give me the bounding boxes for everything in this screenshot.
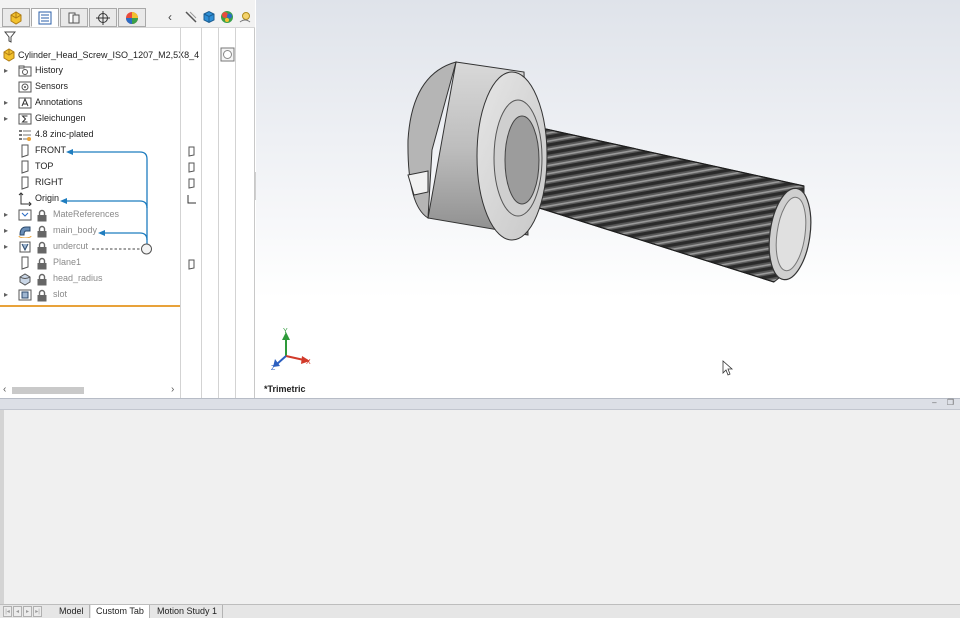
part-tree-icon	[10, 10, 22, 25]
chevron-left-icon[interactable]: ‹	[168, 10, 182, 24]
tab-configurationmanager[interactable]	[60, 8, 88, 27]
tab-model[interactable]: Model	[54, 605, 90, 618]
display-pane-icon[interactable]	[220, 47, 235, 62]
view-orientation-label: *Trimetric	[264, 384, 306, 394]
first-tab-icon[interactable]: |◂	[3, 606, 12, 617]
lower-pane-window-buttons: – ❐	[932, 398, 954, 410]
last-tab-icon[interactable]: ▸|	[33, 606, 42, 617]
appearance-icon[interactable]	[220, 10, 234, 24]
tab-custom[interactable]: Custom Tab	[91, 605, 150, 618]
prev-tab-icon[interactable]: ◂	[13, 606, 22, 617]
triad-z-label: Z	[271, 365, 276, 372]
filter-icon[interactable]	[4, 31, 16, 43]
crosshair-icon	[96, 10, 110, 25]
tree-horizontal-scrollbar[interactable]: ‹ ›	[0, 384, 180, 396]
mouse-cursor-icon	[722, 360, 734, 376]
restore-icon[interactable]: ❐	[947, 398, 954, 407]
feature-tree: ▸ History Sensors ▸ Annotations ▸ Gleich…	[0, 46, 180, 306]
next-tab-icon[interactable]: ▸	[23, 606, 32, 617]
origin-indicator-icon	[187, 195, 196, 204]
plane-indicator-icon	[188, 146, 195, 157]
tab-propertymanager[interactable]	[31, 8, 59, 27]
scroll-right-icon[interactable]: ›	[171, 384, 174, 396]
view-cube-icon[interactable]	[202, 10, 216, 24]
screw-model[interactable]: Y X Z	[256, 0, 960, 398]
plane-indicator-icon	[188, 162, 195, 173]
manager-tab-bar: ‹	[0, 0, 255, 28]
plane-indicator-icon	[188, 178, 195, 189]
tab-motion-study[interactable]: Motion Study 1	[152, 605, 224, 618]
graphics-viewport[interactable]: Y X Z *Trimetric	[256, 0, 960, 398]
triad-y-label: Y	[283, 328, 288, 335]
plane-indicator-icon	[188, 259, 195, 270]
tree-extra-column	[218, 28, 236, 398]
rollback-bar[interactable]	[0, 305, 180, 307]
hide-show-icon[interactable]	[184, 10, 198, 24]
bottom-tab-bar: |◂ ◂ ▸ ▸| Model Custom Tab Motion Study …	[0, 604, 960, 618]
tab-displaymanager[interactable]	[118, 8, 146, 27]
scroll-left-icon[interactable]: ‹	[3, 384, 6, 396]
lower-pane-titlebar	[0, 398, 960, 410]
configuration-icon	[68, 12, 80, 23]
feature-manager-panel: ‹ Cylinder_Head_Screw_ISO_1207_M2,5X8_4 …	[0, 0, 255, 398]
property-list-icon	[38, 11, 52, 24]
appearance-sphere-icon	[126, 11, 138, 24]
scene-icon[interactable]	[238, 10, 252, 24]
triad-x-label: X	[306, 359, 311, 366]
dependency-arrows	[60, 149, 152, 255]
filter-row	[0, 28, 180, 46]
coordinate-triad: Y X Z	[271, 328, 311, 372]
tab-featuremanager[interactable]	[2, 8, 30, 27]
minimize-icon[interactable]: –	[932, 398, 936, 407]
tab-dimxpertmanager[interactable]	[89, 8, 117, 27]
scroll-thumb[interactable]	[12, 387, 84, 394]
tree-state-column	[180, 28, 202, 398]
lower-pane	[0, 410, 960, 604]
